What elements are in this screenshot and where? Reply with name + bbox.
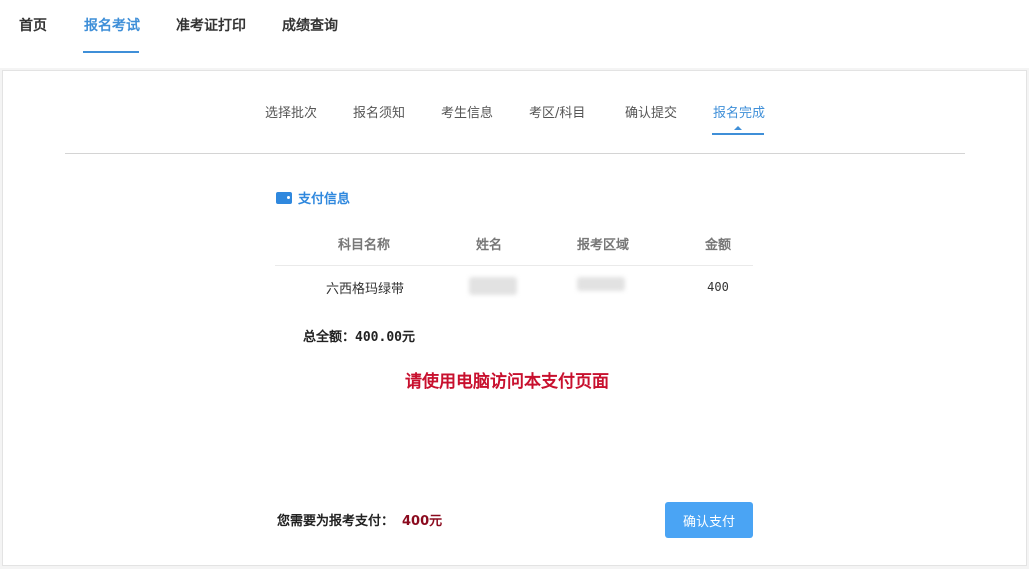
header-region: 报考区域 (576, 238, 629, 253)
payment-due-line: 您需要为报考支付： 400元 (277, 510, 442, 529)
total-amount: 总全额：400.00元 (303, 326, 415, 345)
cell-name-redacted (469, 277, 517, 295)
main-panel: 选择批次 报名须知 考生信息 考区/科目 确认提交 报名完成 支付信息 科目名称… (2, 70, 1027, 566)
nav-item-admission-ticket[interactable]: 准考证打印 (176, 15, 246, 35)
payment-section-label: 支付信息 (298, 192, 351, 207)
nav-item-score-query[interactable]: 成绩查询 (282, 15, 338, 35)
step-confirm-submit[interactable]: 确认提交 (625, 102, 677, 121)
pc-access-warning: 请使用电脑访问本支付页面 (405, 372, 609, 392)
nav-item-home[interactable]: 首页 (19, 15, 47, 35)
step-select-batch[interactable]: 选择批次 (265, 102, 317, 121)
header-amount: 金额 (704, 238, 731, 253)
total-label: 总全额： (303, 330, 356, 345)
nav-active-underline (83, 51, 139, 53)
payment-due-label: 您需要为报考支付： (277, 514, 395, 529)
step-candidate-info[interactable]: 考生信息 (441, 102, 493, 121)
step-caret-icon (734, 126, 742, 130)
step-active-underline (712, 133, 764, 135)
step-registration-complete[interactable]: 报名完成 (713, 102, 765, 121)
nav-item-exam-registration[interactable]: 报名考试 (84, 15, 140, 35)
header-subject: 科目名称 (337, 238, 390, 253)
cell-amount: 400 (707, 280, 729, 294)
total-value: 400.00元 (355, 330, 415, 345)
top-navigation: 首页 报名考试 准考证打印 成绩查询 (0, 0, 1029, 68)
header-name: 姓名 (475, 238, 502, 253)
cell-region-redacted (577, 277, 625, 291)
wallet-icon (276, 191, 292, 204)
table-row-divider (275, 265, 753, 266)
cell-subject: 六西格玛绿带 (325, 282, 404, 297)
divider (65, 153, 965, 154)
step-registration-notice[interactable]: 报名须知 (353, 102, 405, 121)
step-region-subject[interactable]: 考区/科目 (529, 102, 585, 121)
confirm-payment-button[interactable]: 确认支付 (665, 502, 753, 538)
payment-due-value: 400元 (402, 514, 443, 529)
payment-section-title: 支付信息 (276, 188, 350, 207)
